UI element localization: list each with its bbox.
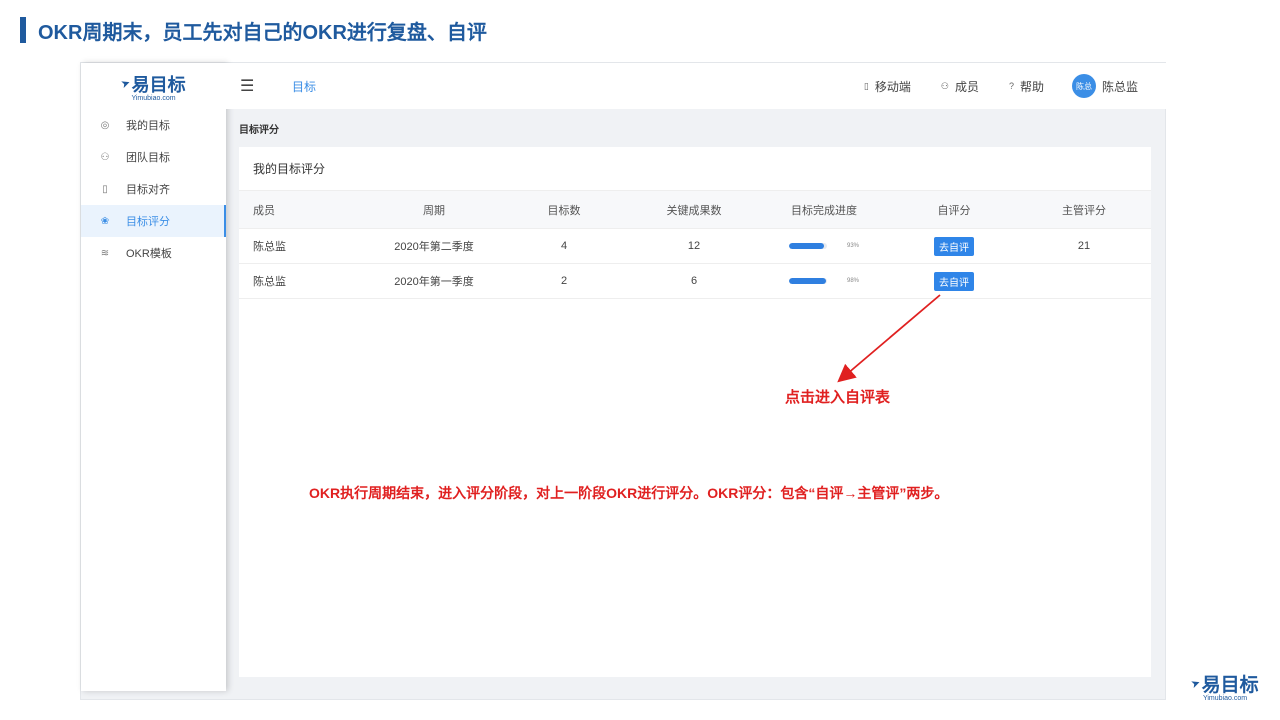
description-annotation: OKR执行周期结束，进入评分阶段，对上一阶段OKR进行评分。OKR评分：包含“自… [309, 485, 949, 501]
brand-logo: ➤ 易目标 Yimubiao.com [1180, 670, 1270, 702]
brand-text: 易目标 [1201, 675, 1259, 696]
click-hint-annotation: 点击进入自评表 [785, 389, 891, 406]
annotation-arrow [837, 294, 941, 383]
paper-plane-icon: ➤ [1189, 676, 1203, 692]
arrow-line [837, 294, 941, 383]
slide: OKR周期末，员工先对自己的OKR进行复盘、自评 ➤ 易目标 Yimubiao.… [0, 0, 1280, 720]
brand-subtext: Yimubiao.com [1202, 695, 1248, 702]
